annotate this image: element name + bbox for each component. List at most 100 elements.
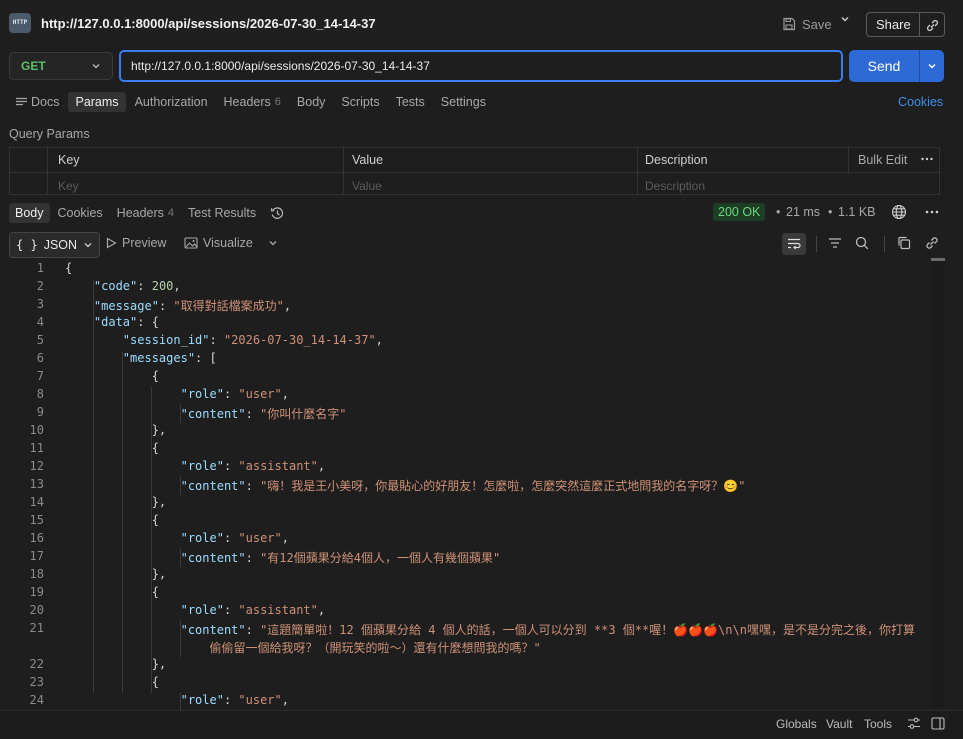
visualize-options-chevron-icon[interactable] <box>268 238 278 248</box>
bulk-edit-button[interactable]: Bulk Edit <box>858 153 907 167</box>
tab-authorization[interactable]: Authorization <box>128 92 215 112</box>
json-key: "content" <box>180 407 246 421</box>
json-string: "assistant" <box>238 603 318 617</box>
tab-body[interactable]: Body <box>290 92 333 112</box>
headers-count-badge: 4 <box>167 207 175 219</box>
code-line: "code": 200, <box>65 279 181 293</box>
request-title[interactable]: http://127.0.0.1:8000/api/sessions/2026-… <box>41 16 376 31</box>
tab-response-headers[interactable]: Headers 4 <box>111 203 180 223</box>
json-punctuation: , <box>375 333 383 347</box>
code-line: { <box>65 261 72 275</box>
response-size[interactable]: 1.1 KB <box>838 205 876 219</box>
response-time[interactable]: 21 ms <box>786 205 820 219</box>
json-punctuation: { <box>65 441 159 455</box>
json-string: "你叫什麼名字" <box>260 407 347 421</box>
format-label: JSON <box>43 238 78 252</box>
column-header-key: Key <box>58 153 80 167</box>
tab-response-body[interactable]: Body <box>9 203 50 223</box>
json-punctuation: : <box>245 551 261 565</box>
code-line: { <box>65 585 159 599</box>
tab-settings[interactable]: Settings <box>434 92 493 112</box>
send-button-group: Send <box>849 50 944 82</box>
code-line: "content": "嗨！我是王小美呀，你最貼心的好朋友！怎麼啦，怎麼突然這麼… <box>65 477 746 494</box>
copy-link-icon[interactable] <box>920 18 944 32</box>
line-number: 2 <box>36 279 44 293</box>
indent-guide <box>151 387 153 693</box>
filter-icon[interactable] <box>828 237 842 249</box>
line-number: 23 <box>29 675 44 689</box>
tab-scripts[interactable]: Scripts <box>334 92 386 112</box>
indent-guide <box>122 351 124 693</box>
settings-sliders-icon[interactable] <box>907 717 921 730</box>
tab-headers[interactable]: Headers 6 <box>217 92 288 112</box>
line-number: 1 <box>36 261 44 275</box>
more-options-icon[interactable] <box>924 205 940 219</box>
value-input[interactable]: Value <box>352 179 382 193</box>
copy-icon[interactable] <box>897 236 911 250</box>
format-select[interactable]: { } JSON <box>9 232 101 258</box>
json-punctuation: , <box>173 279 181 293</box>
code-line: "role": "user", <box>65 387 289 401</box>
json-key: "messages" <box>122 351 196 365</box>
json-string: "user" <box>238 531 282 545</box>
tab-label: Headers <box>223 95 271 109</box>
line-number: 18 <box>29 567 44 581</box>
json-string: 偷偷留一個給我呀？（開玩笑的啦～）還有什麼想問我的嗎？" <box>209 641 541 655</box>
tab-label: Cookies <box>57 206 103 220</box>
json-punctuation: { <box>65 513 159 527</box>
cookies-link[interactable]: Cookies <box>898 95 943 109</box>
search-icon[interactable] <box>855 236 869 250</box>
tools-button[interactable]: Tools <box>864 717 892 731</box>
save-button[interactable]: Save <box>782 14 832 34</box>
json-string: "取得對話檔案成功" <box>173 299 284 313</box>
json-key: "data" <box>93 315 138 329</box>
save-options-chevron-icon[interactable] <box>840 14 850 24</box>
code-line: "role": "user", <box>65 693 289 707</box>
tab-test-results[interactable]: Test Results <box>182 203 262 223</box>
key-input[interactable]: Key <box>58 179 79 193</box>
braces-icon: { } <box>16 238 38 252</box>
vault-button[interactable]: Vault <box>826 717 852 731</box>
send-button[interactable]: Send <box>849 50 920 82</box>
tab-docs[interactable]: Docs <box>9 92 66 112</box>
more-options-icon[interactable] <box>920 152 934 166</box>
response-tabs: Body Cookies Headers 4 Test Results <box>9 202 293 224</box>
code-line: "session_id": "2026-07-30_14-14-37", <box>65 333 383 347</box>
play-icon <box>105 237 117 249</box>
share-button[interactable]: Share <box>867 13 920 36</box>
send-options-chevron-icon[interactable] <box>920 50 944 82</box>
vertical-scrollbar[interactable] <box>931 258 945 708</box>
json-string: "嗨！我是王小美呀，你最貼心的好朋友！怎麼啦，怎麼突然這麼正式地問我的名字呀？😊… <box>260 479 746 493</box>
link-icon[interactable] <box>925 236 939 250</box>
tab-response-cookies[interactable]: Cookies <box>52 203 109 223</box>
json-key: "content" <box>180 551 246 565</box>
code-line: { <box>65 513 159 527</box>
line-number: 7 <box>36 369 44 383</box>
json-string: "user" <box>238 693 282 707</box>
toggle-panel-icon[interactable] <box>931 717 945 730</box>
status-badge[interactable]: 200 OK <box>713 203 766 221</box>
preview-button[interactable]: Preview <box>105 236 166 250</box>
tab-params[interactable]: Params <box>68 92 126 112</box>
globals-button[interactable]: Globals <box>776 717 817 731</box>
wrap-lines-icon[interactable] <box>782 233 806 255</box>
tab-tests[interactable]: Tests <box>389 92 432 112</box>
json-punctuation: : <box>223 531 239 545</box>
history-icon[interactable] <box>264 203 291 224</box>
description-input[interactable]: Description <box>645 179 705 193</box>
json-key: "code" <box>93 279 138 293</box>
json-string: "2026-07-30_14-14-37" <box>223 333 376 347</box>
indent-guide <box>180 621 182 657</box>
line-number: 3 <box>36 297 44 311</box>
url-input[interactable]: http://127.0.0.1:8000/api/sessions/2026-… <box>119 50 843 82</box>
globe-icon[interactable] <box>891 204 907 220</box>
code-line: 偷偷留一個給我呀？（開玩笑的啦～）還有什麼想問我的嗎？" <box>65 639 541 656</box>
json-string: "這題簡單啦！12 個蘋果分給 4 個人的話，一個人可以分到 **3 個**喔！… <box>260 623 915 637</box>
query-params-title: Query Params <box>9 127 90 141</box>
line-number: 14 <box>29 495 44 509</box>
response-body-editor[interactable]: 1 {2 "code": 200, 3 "message": "取得對話檔案成功",… <box>0 260 930 710</box>
method-select[interactable]: GET <box>9 52 113 80</box>
visualize-button[interactable]: Visualize <box>184 236 253 250</box>
scrollbar-thumb[interactable] <box>931 258 945 261</box>
line-number: 21 <box>29 621 44 635</box>
